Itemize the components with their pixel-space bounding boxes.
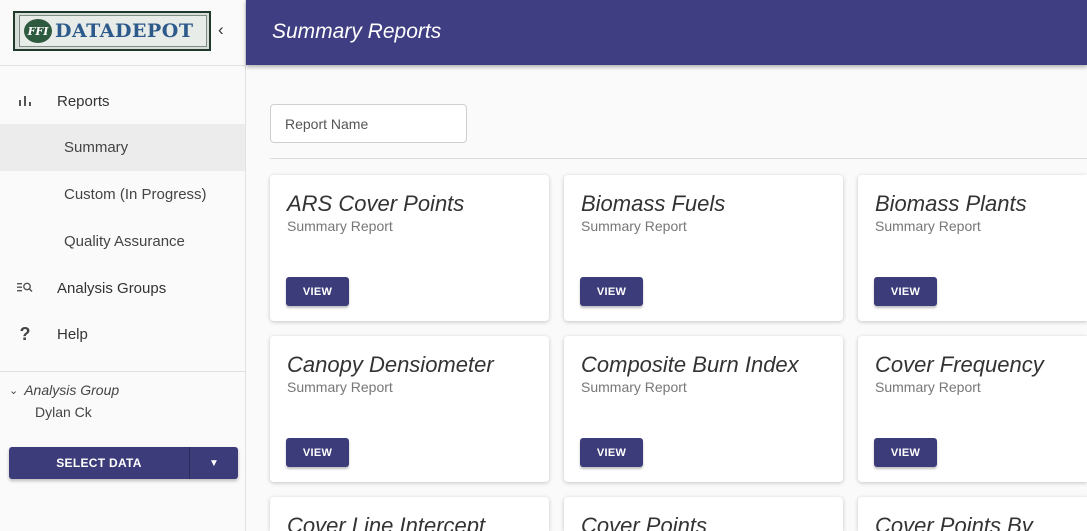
sidebar-item-label: Analysis Groups [57, 279, 167, 297]
report-card-biomass-fuels: Biomass Fuels Summary Report VIEW [564, 175, 843, 321]
caret-down-icon: ▼ [209, 457, 219, 469]
sidebar-item-analysis-groups[interactable]: Analysis Groups [0, 265, 245, 311]
card-subtitle: Summary Report [581, 218, 687, 234]
sidebar-item-quality-assurance[interactable]: Quality Assurance [0, 218, 245, 265]
report-card-ars-cover-points: ARS Cover Points Summary Report VIEW [270, 175, 549, 321]
report-card-composite-burn-index: Composite Burn Index Summary Report VIEW [564, 336, 843, 482]
logo-badge: FFI [24, 19, 52, 43]
view-button[interactable]: VIEW [874, 277, 937, 306]
card-title: Composite Burn Index [581, 352, 799, 377]
sidebar-item-help[interactable]: ? Help [0, 311, 245, 357]
report-card-cover-points-by: Cover Points By [858, 497, 1087, 531]
content-divider [270, 158, 1087, 159]
app-logo[interactable]: FFI DATADEPOT [13, 11, 211, 51]
page-title: Summary Reports [272, 20, 442, 43]
report-card-cover-line-intercept: Cover Line Intercept [270, 497, 549, 531]
select-data-split-button: SELECT DATA ▼ [9, 447, 238, 479]
report-card-cover-points: Cover Points [564, 497, 843, 531]
analysis-group-label: Analysis Group [24, 382, 120, 398]
sidebar-item-label: Reports [57, 92, 110, 110]
chevron-down-icon: ⌄ [9, 384, 19, 397]
sidebar-item-summary[interactable]: Summary [0, 124, 245, 171]
view-button[interactable]: VIEW [874, 438, 937, 467]
view-button[interactable]: VIEW [580, 438, 643, 467]
card-subtitle: Summary Report [287, 379, 393, 395]
report-name-search-input[interactable] [270, 104, 467, 143]
report-card-canopy-densiometer: Canopy Densiometer Summary Report VIEW [270, 336, 549, 482]
card-subtitle: Summary Report [875, 379, 981, 395]
sidebar-item-reports[interactable]: Reports [0, 78, 245, 124]
question-icon: ? [19, 323, 31, 344]
view-button[interactable]: VIEW [286, 277, 349, 306]
report-card-biomass-plants: Biomass Plants Summary Report VIEW [858, 175, 1087, 321]
view-button[interactable]: VIEW [580, 277, 643, 306]
logo-inner: FFI DATADEPOT [19, 15, 207, 47]
logo-row: FFI DATADEPOT ‹ [0, 0, 245, 66]
select-data-dropdown[interactable]: ▼ [190, 447, 238, 479]
card-title: Biomass Plants [875, 191, 1027, 216]
card-title: Cover Line Intercept [287, 513, 486, 531]
sidebar-nav: Reports Summary Custom (In Progress) Qua… [0, 66, 245, 357]
card-subtitle: Summary Report [875, 218, 981, 234]
card-subtitle: Summary Report [287, 218, 393, 234]
app-header: Summary Reports [246, 0, 1087, 65]
sidebar-item-custom[interactable]: Custom (In Progress) [0, 171, 245, 218]
card-title: Cover Points By [875, 513, 1033, 531]
list-search-icon [15, 280, 35, 296]
bar-chart-icon [15, 93, 35, 109]
card-title: Cover Frequency [875, 352, 1044, 377]
analysis-group-toggle[interactable]: ⌄ Analysis Group [9, 382, 245, 398]
card-title: Biomass Fuels [581, 191, 726, 216]
sidebar: FFI DATADEPOT ‹ Reports Summary Custom (… [0, 0, 246, 531]
sidebar-item-label: Help [57, 325, 88, 343]
select-data-button[interactable]: SELECT DATA [9, 447, 190, 479]
analysis-group-value: Dylan Ck [35, 404, 92, 420]
report-card-cover-frequency: Cover Frequency Summary Report VIEW [858, 336, 1087, 482]
card-title: ARS Cover Points [287, 191, 465, 216]
view-button[interactable]: VIEW [286, 438, 349, 467]
analysis-group-panel: ⌄ Analysis Group Dylan Ck [0, 372, 245, 420]
card-title: Canopy Densiometer [287, 352, 494, 377]
card-subtitle: Summary Report [581, 379, 687, 395]
chevron-left-icon[interactable]: ‹ [218, 20, 224, 40]
logo-text: DATADEPOT [55, 20, 194, 42]
card-title: Cover Points [581, 513, 707, 531]
